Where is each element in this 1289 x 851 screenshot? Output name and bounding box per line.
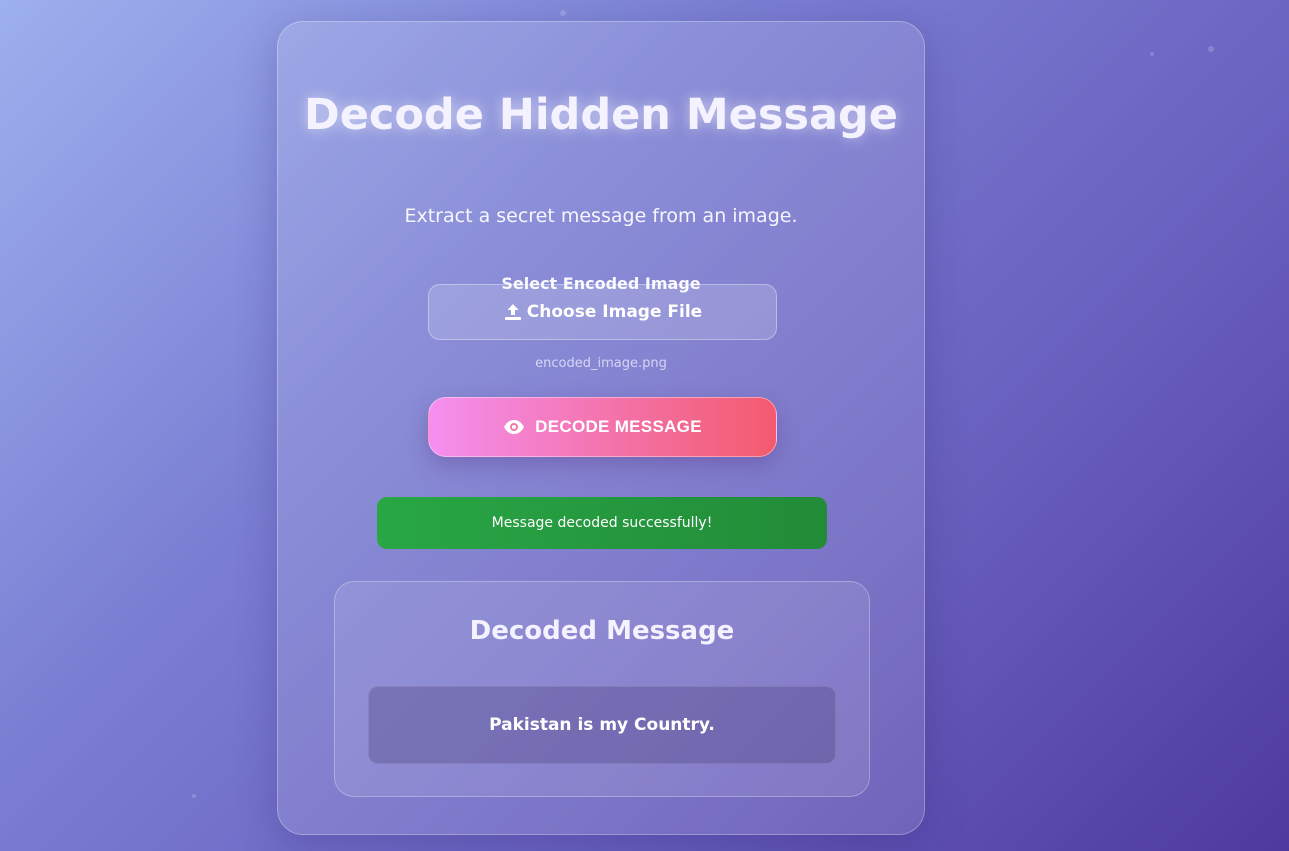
choose-image-file-button[interactable]: Choose Image File bbox=[428, 284, 777, 340]
background-sparkle bbox=[1208, 46, 1214, 52]
background-sparkle bbox=[192, 794, 196, 798]
result-title: Decoded Message bbox=[469, 616, 735, 646]
background-sparkle bbox=[560, 10, 566, 16]
choose-image-file-label: Choose Image File bbox=[526, 302, 703, 322]
decoded-message-text: Pakistan is my Country. bbox=[368, 686, 836, 764]
background-sparkle bbox=[1150, 52, 1154, 56]
decode-message-button[interactable]: DECODE MESSAGE bbox=[428, 397, 777, 457]
eye-icon bbox=[503, 419, 525, 435]
selected-file-name: encoded_image.png bbox=[535, 356, 667, 371]
success-alert: Message decoded successfully! bbox=[377, 497, 827, 549]
decode-message-label: DECODE MESSAGE bbox=[535, 417, 702, 436]
page-title: Decode Hidden Message bbox=[304, 90, 898, 140]
decode-card: Decode Hidden Message Extract a secret m… bbox=[277, 21, 925, 835]
upload-icon bbox=[503, 302, 523, 322]
decoded-result-panel: Decoded Message Pakistan is my Country. bbox=[334, 581, 870, 797]
page-subtitle: Extract a secret message from an image. bbox=[404, 205, 798, 227]
